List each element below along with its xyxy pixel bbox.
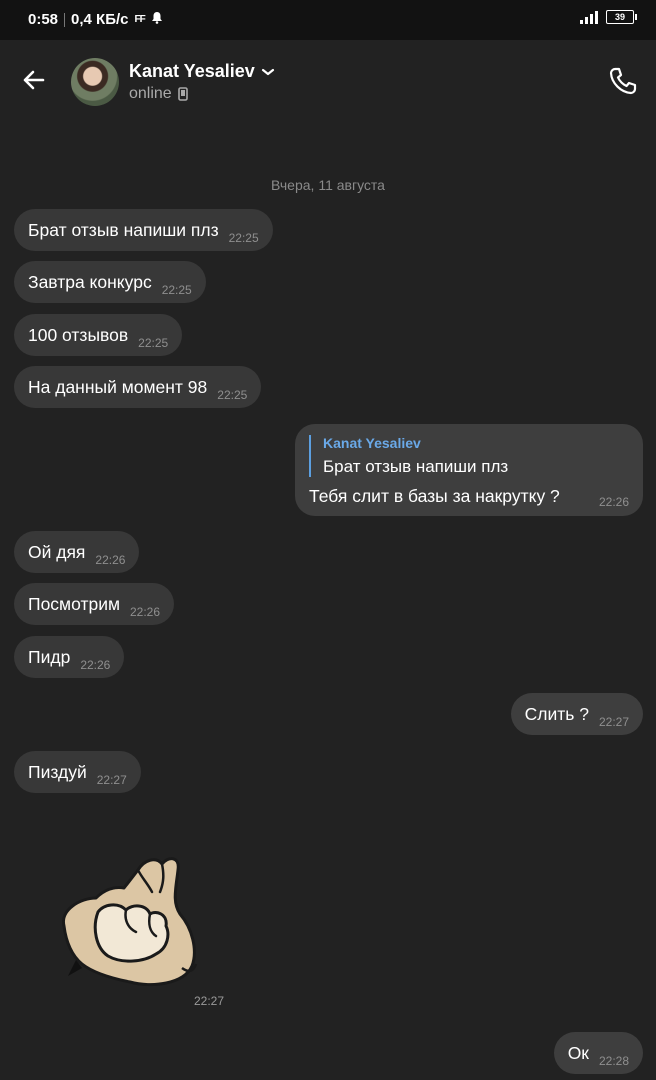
status-divider [64, 12, 66, 27]
contact-status: online [129, 85, 188, 103]
fist-sticker-image [62, 857, 198, 987]
call-button[interactable] [606, 64, 640, 98]
chat-header: Kanat Yesaliev online [0, 40, 656, 124]
signal-strength-icon [580, 10, 598, 24]
contact-name-button[interactable]: Kanat Yesaliev [129, 61, 275, 82]
message-text: Ой дяя [28, 541, 86, 562]
message-time: 22:26 [95, 553, 126, 567]
online-status: online [129, 85, 172, 102]
chevron-down-icon [261, 68, 274, 75]
message-text: Ок [567, 1042, 589, 1063]
message-bubble-outgoing[interactable]: Слить ? 22:27 [510, 693, 643, 735]
message-time: 22:25 [217, 388, 248, 402]
message-time: 22:28 [598, 1054, 629, 1068]
message-bubble-incoming[interactable]: Пиздуй 22:27 [14, 751, 141, 793]
reply-quoted-text: Брат отзыв напиши плз [323, 457, 509, 476]
message-text: На данный момент 98 [28, 376, 208, 397]
message-text: Слить ? [524, 703, 589, 724]
message-time: 22:25 [138, 336, 169, 350]
message-text: Завтра конкурс [28, 271, 152, 292]
message-time: 22:27 [96, 773, 127, 787]
message-time: 22:26 [598, 495, 629, 509]
message-bubble-incoming[interactable]: Ой дяя 22:26 [14, 531, 140, 573]
message-time: 22:25 [228, 231, 259, 245]
fist-sticker[interactable] [52, 848, 202, 990]
message-bubble-incoming[interactable]: 100 отзывов 22:25 [14, 314, 183, 356]
message-time: 22:26 [80, 658, 111, 672]
message-text: Пиздуй [28, 761, 87, 782]
status-time: 0:58 [28, 11, 59, 28]
message-time: 22:27 [598, 715, 629, 729]
mobile-device-icon [177, 87, 188, 101]
message-bubble-incoming[interactable]: На данный момент 98 22:25 [14, 366, 262, 408]
message-text: 100 отзывов [28, 324, 129, 345]
message-time: 22:26 [130, 605, 161, 619]
reply-author: Kanat Yesaliev [323, 435, 421, 451]
date-separator: Вчера, 11 августа [271, 177, 385, 193]
notification-bell-icon [151, 11, 163, 28]
message-bubble-incoming[interactable]: Посмотрим 22:26 [14, 583, 175, 625]
message-bubble-outgoing-reply[interactable]: Kanat Yesaliev Брат отзыв напиши плз Теб… [295, 424, 643, 516]
avatar[interactable] [71, 58, 119, 106]
message-bubble-incoming[interactable]: Брат отзыв напиши плз 22:25 [14, 209, 273, 251]
phone-icon [609, 67, 637, 95]
message-text: Посмотрим [28, 593, 120, 614]
message-text: Пидр [28, 646, 71, 667]
network-speed: 0,4 КБ/с [71, 11, 129, 28]
status-bar: 0:58 0,4 КБ/с FF 39 [0, 0, 656, 40]
battery-icon: 39 [606, 10, 637, 24]
message-bubble-incoming[interactable]: Завтра конкурс 22:25 [14, 261, 206, 303]
message-time: 22:25 [161, 283, 192, 297]
reply-quote[interactable]: Kanat Yesaliev Брат отзыв напиши плз [309, 435, 629, 477]
message-text: Тебя слит в базы за накрутку ? [309, 486, 560, 506]
contact-name: Kanat Yesaliev [129, 61, 255, 81]
sticker-time: 22:27 [194, 994, 225, 1008]
message-bubble-outgoing[interactable]: Ок 22:28 [553, 1032, 643, 1074]
arrow-left-icon [23, 70, 45, 90]
message-text: Брат отзыв напиши плз [28, 219, 219, 240]
message-bubble-incoming[interactable]: Пидр 22:26 [14, 636, 125, 678]
ff-indicator: FF [134, 14, 146, 25]
back-button[interactable] [18, 64, 50, 96]
